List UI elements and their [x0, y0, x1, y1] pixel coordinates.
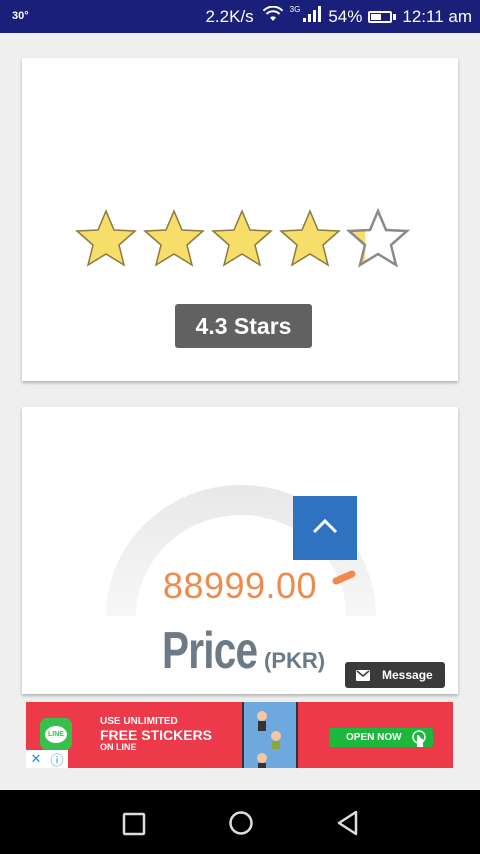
close-icon[interactable]: ✕ — [31, 751, 42, 767]
square-icon[interactable] — [122, 812, 146, 841]
battery-percent: 54% — [328, 6, 363, 26]
ad-line-1: USE UNLIMITED — [100, 716, 178, 727]
price-card: 88999.00 Price (PKR) Message — [22, 407, 458, 694]
price-unit: (PKR) — [264, 648, 326, 673]
star-icon — [346, 208, 410, 268]
ad-banner[interactable]: LINE USE UNLIMITED FREE STICKERS ON LINE… — [26, 702, 453, 768]
temperature: 30° — [12, 10, 29, 22]
message-label: Message — [382, 668, 433, 682]
tap-hand-icon — [411, 729, 427, 754]
star-icon — [211, 209, 273, 267]
star-icon — [75, 209, 137, 267]
network-speed: 2.2K/s — [205, 6, 254, 26]
price-label: Price (PKR) — [162, 621, 325, 681]
price-value: 88999.00 — [162, 565, 318, 606]
battery-fill — [371, 13, 382, 20]
ad-sticker-image — [242, 702, 298, 768]
triangle-back-icon[interactable] — [336, 810, 360, 841]
circle-icon[interactable] — [228, 810, 254, 841]
chevron-up-icon — [312, 518, 338, 539]
price-title: Price — [162, 622, 258, 680]
rating-card: 4.3 Stars — [22, 58, 458, 381]
info-icon[interactable]: ⓘ — [50, 750, 63, 769]
ad-line-3: ON LINE — [100, 742, 137, 752]
star-rating — [74, 208, 410, 268]
navigation-bar — [0, 790, 480, 854]
rating-badge: 4.3 Stars — [175, 304, 312, 348]
clock: 12:11 am — [402, 6, 472, 26]
ad-open-now-button[interactable]: OPEN NOW — [329, 728, 433, 747]
signal-icon — [302, 6, 322, 27]
status-bar: 30° 2.2K/s 3G 54% 12:11 am — [0, 0, 480, 33]
battery-icon — [368, 10, 397, 23]
mail-icon — [356, 669, 370, 681]
wifi-icon — [262, 5, 284, 27]
line-logo: LINE — [40, 718, 72, 750]
message-button[interactable]: Message — [345, 662, 445, 688]
network-type: 3G — [289, 5, 301, 14]
scroll-top-button[interactable] — [293, 496, 357, 560]
ad-line-2: FREE STICKERS — [100, 727, 213, 743]
star-icon — [279, 209, 341, 267]
ad-choices[interactable]: ✕ ⓘ — [26, 750, 68, 768]
star-icon — [143, 209, 205, 267]
